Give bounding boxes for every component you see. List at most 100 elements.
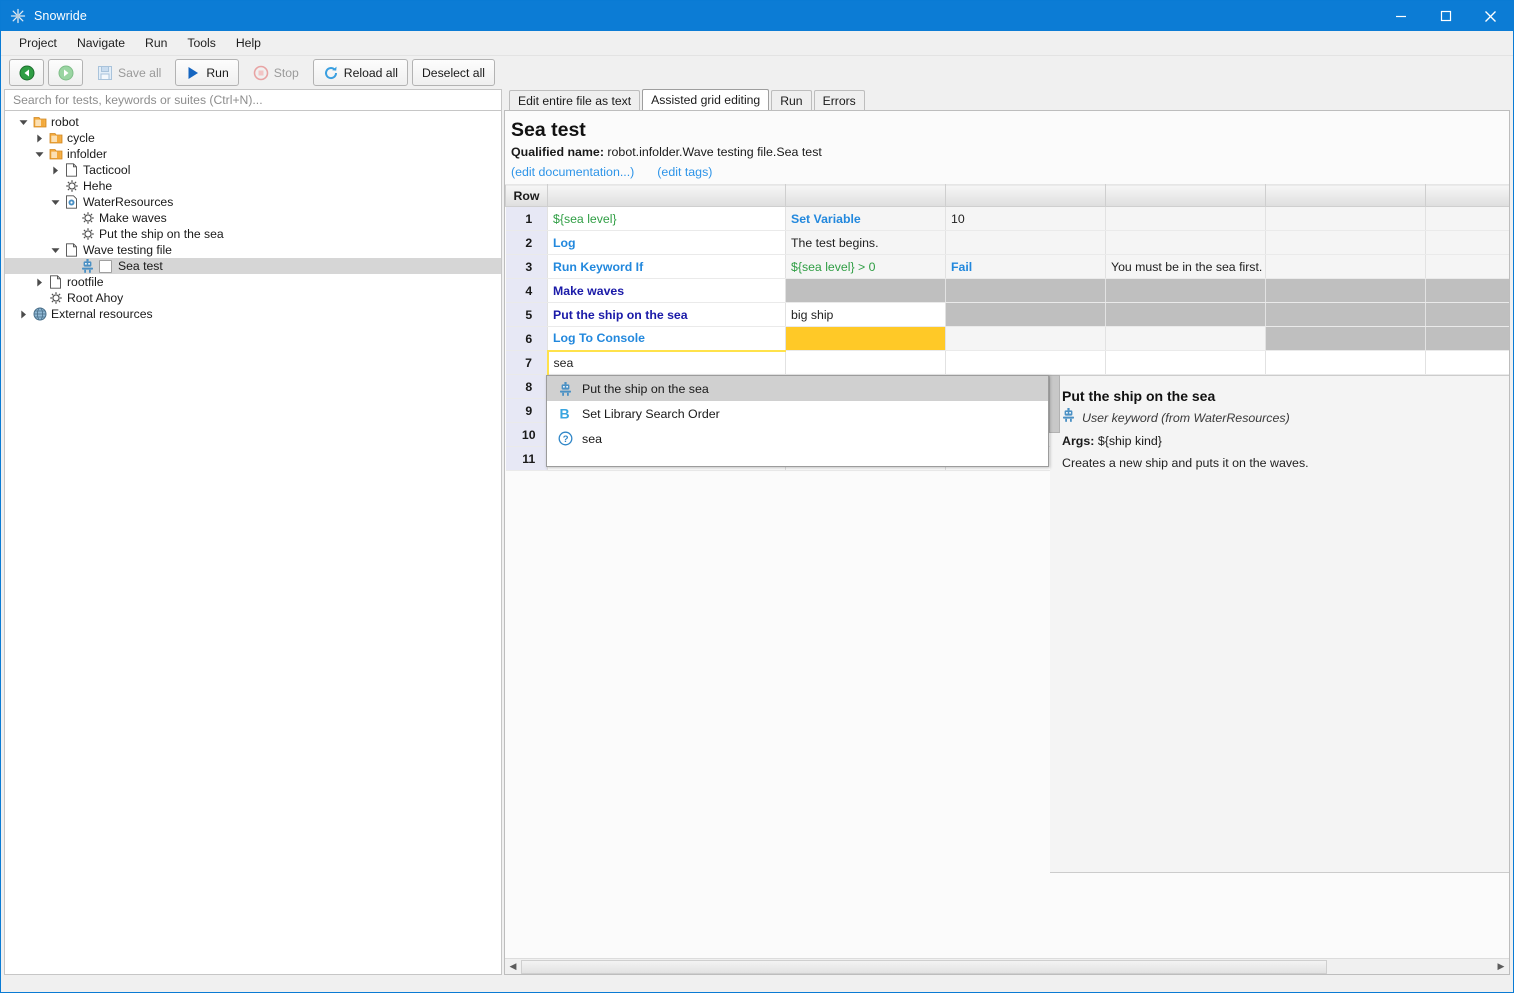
grid-col-1[interactable] [547, 184, 786, 207]
tab-run[interactable]: Run [771, 90, 812, 110]
grid-cell[interactable]: ${sea level} [547, 206, 786, 231]
autocomplete-list[interactable]: Put the ship on the sea B Set Library Sear… [547, 376, 1048, 466]
grid-cell-editing[interactable]: sea [546, 349, 786, 375]
grid-cell[interactable] [1265, 206, 1426, 231]
grid-cell[interactable]: Log [547, 230, 786, 255]
grid-cell[interactable] [1425, 302, 1509, 327]
grid-cell[interactable]: big ship [785, 302, 946, 327]
tree-item-robot[interactable]: robot [5, 114, 501, 130]
reload-all-button[interactable]: Reload all [312, 59, 408, 86]
tree-twisty-down-icon[interactable] [47, 242, 63, 258]
grid-cell[interactable] [1425, 230, 1509, 255]
row-number[interactable]: 6 [505, 326, 548, 351]
edit-documentation-link[interactable]: (edit documentation...) [511, 165, 634, 179]
grid-cell[interactable]: You must be in the sea first. [1105, 254, 1266, 279]
grid-cell[interactable] [1105, 302, 1266, 327]
grid-cell[interactable]: 10 [945, 206, 1106, 231]
deselect-all-button[interactable]: Deselect all [412, 59, 495, 86]
back-button[interactable] [9, 59, 44, 86]
tree-item-cycle[interactable]: cycle [5, 130, 501, 146]
autocomplete-item[interactable]: B Set Library Search Order [547, 401, 1048, 426]
grid-cell[interactable]: Make waves [547, 278, 786, 303]
grid-cell[interactable] [945, 326, 1106, 351]
row-number[interactable]: 7 [505, 350, 548, 375]
grid-cell[interactable] [1425, 206, 1509, 231]
grid-col-4[interactable] [1105, 184, 1266, 207]
tree-twisty-right-icon[interactable] [47, 162, 63, 178]
grid-col-3[interactable] [945, 184, 1106, 207]
grid-cell[interactable] [1425, 350, 1509, 375]
row-number[interactable]: 3 [505, 254, 548, 279]
grid-cell[interactable] [1105, 350, 1266, 375]
save-all-button[interactable]: Save all [87, 59, 171, 86]
doc-scrollbar-thumb[interactable] [1049, 375, 1060, 433]
tree-twisty-down-icon[interactable] [31, 146, 47, 162]
grid-cell[interactable] [1265, 230, 1426, 255]
tree-twisty-down-icon[interactable] [15, 114, 31, 130]
tree-item-make-waves[interactable]: Make waves [5, 210, 501, 226]
grid-cell[interactable] [785, 326, 946, 351]
tab-errors[interactable]: Errors [813, 90, 865, 110]
grid-cell[interactable]: Put the ship on the sea [547, 302, 786, 327]
row-number[interactable]: 2 [505, 230, 548, 255]
row-number[interactable]: 4 [505, 278, 548, 303]
grid-horizontal-scrollbar[interactable]: ◀ ▶ [505, 958, 1509, 974]
grid-cell[interactable]: The test begins. [785, 230, 946, 255]
project-tree[interactable]: robot cycle infolder Tacticool Hehe WaterReso… [4, 111, 502, 975]
tree-item-sea-test[interactable]: Sea test [5, 258, 501, 274]
grid-cell[interactable] [945, 230, 1106, 255]
row-number[interactable]: 8 [505, 374, 548, 399]
close-button[interactable] [1468, 1, 1513, 31]
tree-item-external-resources[interactable]: External resources [5, 306, 501, 322]
grid-cell[interactable] [1105, 206, 1266, 231]
grid-cell[interactable] [1265, 302, 1426, 327]
row-number[interactable]: 1 [505, 206, 548, 231]
grid-cell[interactable]: ${sea level} > 0 [785, 254, 946, 279]
grid-cell[interactable] [1105, 326, 1266, 351]
menu-item-navigate[interactable]: Navigate [67, 33, 135, 53]
autocomplete-item[interactable]: ? sea [547, 426, 1048, 451]
forward-button[interactable] [48, 59, 83, 86]
grid-cell[interactable]: Fail [945, 254, 1106, 279]
tree-twisty-right-icon[interactable] [31, 130, 47, 146]
grid-cell[interactable] [1105, 278, 1266, 303]
row-number[interactable]: 10 [505, 422, 548, 447]
tree-item-put-the-ship-on-the-sea[interactable]: Put the ship on the sea [5, 226, 501, 242]
tree-twisty-right-icon[interactable] [31, 274, 47, 290]
grid-col-2[interactable] [785, 184, 946, 207]
grid-cell[interactable] [1425, 254, 1509, 279]
tree-twisty-down-icon[interactable] [47, 194, 63, 210]
grid-cell[interactable] [785, 350, 946, 375]
scroll-left-arrow-icon[interactable]: ◀ [505, 959, 521, 975]
table-row[interactable]: 3 Run Keyword If ${sea level} > 0 Fail You m… [505, 254, 1509, 279]
edit-tags-link[interactable]: (edit tags) [657, 165, 712, 179]
grid-cell[interactable] [1105, 230, 1266, 255]
row-number[interactable]: 11 [505, 446, 548, 471]
grid-col-5[interactable] [1265, 184, 1426, 207]
table-row[interactable]: 5 Put the ship on the sea big ship [505, 302, 1509, 327]
menu-item-help[interactable]: Help [226, 33, 271, 53]
grid-cell[interactable] [945, 302, 1106, 327]
grid-cell[interactable] [1265, 350, 1426, 375]
scroll-thumb[interactable] [521, 959, 1327, 974]
grid-cell[interactable] [1425, 326, 1509, 351]
grid-col-row[interactable]: Row [505, 184, 548, 207]
autocomplete-item[interactable]: Put the ship on the sea [547, 376, 1048, 401]
table-row[interactable]: 2 Log The test begins. [505, 230, 1509, 255]
tree-item-root-ahoy[interactable]: Root Ahoy [5, 290, 501, 306]
table-row[interactable]: 4 Make waves [505, 278, 1509, 303]
grid-cell[interactable]: Log To Console [547, 326, 786, 351]
grid-cell[interactable] [1425, 278, 1509, 303]
tab-edit-entire-file-as-text[interactable]: Edit entire file as text [509, 90, 641, 110]
grid-cell[interactable] [945, 350, 1106, 375]
search-input[interactable] [11, 92, 495, 108]
maximize-button[interactable] [1423, 1, 1468, 31]
grid-cell[interactable] [785, 278, 946, 303]
autocomplete-popup[interactable]: Put the ship on the sea B Set Library Sear… [546, 375, 1049, 467]
menu-item-run[interactable]: Run [135, 33, 177, 53]
run-button[interactable]: Run [175, 59, 239, 86]
grid-cell[interactable] [1265, 278, 1426, 303]
grid-cell[interactable] [1265, 254, 1426, 279]
menu-item-tools[interactable]: Tools [177, 33, 225, 53]
search-box[interactable] [4, 89, 502, 111]
